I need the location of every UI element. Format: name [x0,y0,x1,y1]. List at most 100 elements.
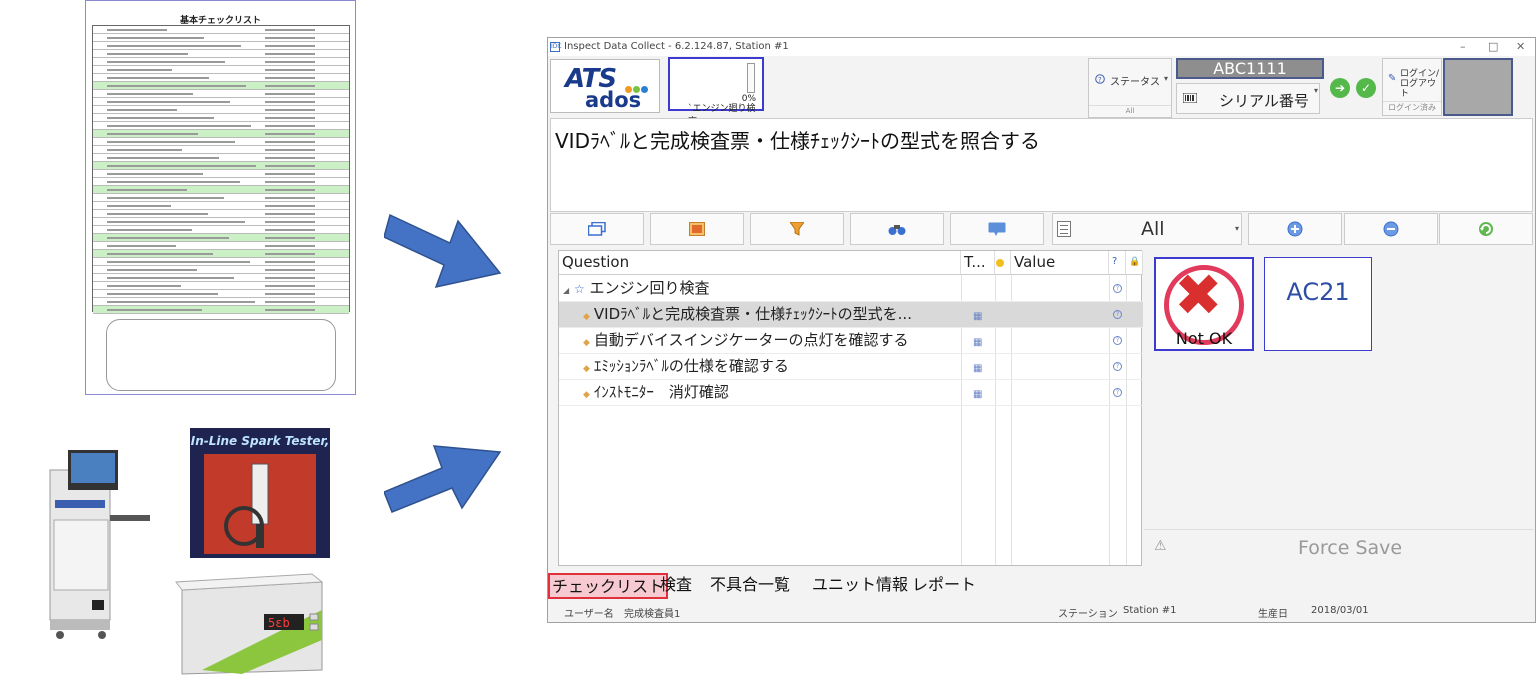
serial-number-input[interactable]: ABC1111 [1176,58,1324,79]
filter-icon [789,221,805,236]
app-icon: IDC [550,42,562,52]
inspection-machine-image [49,450,150,639]
toolbar-add-button[interactable] [1248,213,1342,245]
defect-code-button[interactable]: AC21 [1264,257,1372,351]
instruction-text: VIDﾗﾍﾞﾙと完成検査票・仕様ﾁｪｯｸｼｰﾄの型式を照合する [555,129,1040,153]
inspection-progress[interactable]: 0% `エンジン廻り検査 [668,57,764,127]
tab-report[interactable]: レポート [910,573,978,599]
help-icon[interactable]: ? [1113,284,1122,293]
checklist-doc-row [93,266,349,274]
checklist-doc-row [93,34,349,42]
toolbar-filter-button[interactable] [750,213,844,245]
checklist-doc-row [93,170,349,178]
checklist-doc-row [93,274,349,282]
checklist-doc-row [93,210,349,218]
login-status: ログイン済み [1383,101,1441,113]
checklist-doc-row [93,250,349,258]
column-header-lock[interactable]: 🔒 [1126,251,1143,275]
serial-number-selector[interactable]: シリアル番号 [1176,83,1320,114]
table-row[interactable]: ◆ 自動デバイスインジケーターの点灯を確認する ▦ ? [559,328,1143,354]
defect-code-label: AC21 [1286,278,1350,306]
checklist-doc-row [93,218,349,226]
table-row[interactable]: ◆ ｴﾐｯｼｮﾝﾗﾍﾞﾙの仕様を確認する ▦ ? [559,354,1143,380]
chevron-down-icon[interactable]: ▾ [1164,74,1174,114]
tab-unit-info[interactable]: ユニット情報 [810,573,910,599]
column-header-question[interactable]: Question [559,251,961,275]
group-label: エンジン回り検査 [589,279,710,297]
list-type-icon: ▦ [973,363,983,374]
table-row[interactable]: ◆ ｲﾝｽﾄﾓﾆﾀｰ 消灯確認 ▦ ? [559,380,1143,406]
barcode-icon [1182,92,1198,106]
warning-icon: ⚠ [1154,538,1167,554]
checklist-doc-row [93,258,349,266]
checklist-doc-row [93,202,349,210]
tab-inspection[interactable]: 検査 [658,573,694,599]
toolbar-remove-button[interactable] [1344,213,1438,245]
status-selector[interactable]: ? ステータス All [1088,58,1172,118]
checklist-doc-row [93,138,349,146]
tab-checklist[interactable]: チェックリスト [548,573,669,599]
table-row[interactable]: ◆ VIDﾗﾍﾞﾙと完成検査票・仕様ﾁｪｯｸｼｰﾄの型式を... ▦ ? [559,302,1143,328]
question-text: VIDﾗﾍﾞﾙと完成検査票・仕様ﾁｪｯｸｼｰﾄの型式を... [593,305,912,323]
column-header-type[interactable]: T... [961,251,995,275]
user-name-value: 完成検査員1 [624,609,681,620]
refresh-icon [1479,222,1493,236]
tab-defect-list[interactable]: 不具合一覧 [708,573,792,599]
station-value: Station #1 [1123,605,1177,616]
checklist-doc-row [93,162,349,170]
not-ok-button[interactable]: ✖ Not OK [1154,257,1254,351]
login-label-line1: ログイン/ [1400,69,1440,79]
toolbar-window-button[interactable] [550,213,644,245]
question-text: ｲﾝｽﾄﾓﾆﾀｰ 消灯確認 [593,383,729,401]
force-save-label: Force Save [1298,537,1403,559]
force-save-button[interactable]: ⚠ Force Save [1144,529,1534,565]
checklist-doc-row [93,234,349,242]
minimize-button[interactable]: – [1460,40,1466,53]
svg-text:?: ? [1098,76,1102,84]
toolbar-search-button[interactable] [850,213,944,245]
checklist-doc-row [93,122,349,130]
help-icon[interactable]: ? [1113,336,1122,345]
checklist-doc-row [93,74,349,82]
filter-select[interactable]: All ▾ [1052,213,1242,245]
next-button[interactable]: ➔ [1330,78,1350,98]
login-logout-button[interactable]: ✎ ログイン/ ログアウト ログイン済み [1382,58,1442,116]
help-icon[interactable]: ? [1113,388,1122,397]
checklist-doc-row [93,26,349,34]
remove-icon [1383,221,1399,237]
status-label: ステータス [1110,77,1160,88]
maximize-button[interactable]: □ [1488,40,1498,53]
checklist-doc-row [93,82,349,90]
checklist-doc-row [93,154,349,162]
help-icon[interactable]: ? [1113,310,1122,319]
confirm-button[interactable]: ✓ [1356,78,1376,98]
item-bullet-icon: ◆ [583,364,590,374]
expand-toggle-icon[interactable]: ◢ [563,286,569,295]
group-row[interactable]: ◢ ☆ エンジン回り検査 ? [559,276,1143,302]
column-header-help[interactable]: ? [1109,251,1126,275]
help-icon[interactable]: ? [1113,362,1122,371]
check-icon: ✓ [1360,81,1372,95]
checklist-doc-table [92,25,350,314]
toolbar-image-button[interactable] [650,213,744,245]
column-header-value[interactable]: Value [1011,251,1109,275]
item-bullet-icon: ◆ [583,312,590,322]
chevron-down-icon[interactable]: ▾ [1314,86,1318,95]
spark-tester-title: In-Line Spark Tester, [190,434,330,448]
checklist-doc-row [93,98,349,106]
toolbar-comment-button[interactable] [950,213,1044,245]
toolbar-refresh-button[interactable] [1439,213,1533,245]
checklist-doc-row [93,130,349,138]
result-panel: ✖ Not OK AC21 ⚠ Force Save [1144,250,1534,566]
cross-icon: ✖ [1174,261,1223,329]
filter-value: All [1141,218,1165,240]
binoculars-icon [888,225,906,235]
checklist-doc-row [93,50,349,58]
close-button[interactable]: ✕ [1516,40,1525,53]
column-header-status[interactable] [995,251,1011,275]
tester-device-image: 5εb [175,573,324,675]
question-text: ｴﾐｯｼｮﾝﾗﾍﾞﾙの仕様を確認する [593,357,789,375]
status-bar: ユーザー名 完成検査員1 ステーション Station #1 生産日 2018/… [548,600,1536,622]
spark-tester-photo [204,454,316,554]
image-icon [689,222,705,236]
